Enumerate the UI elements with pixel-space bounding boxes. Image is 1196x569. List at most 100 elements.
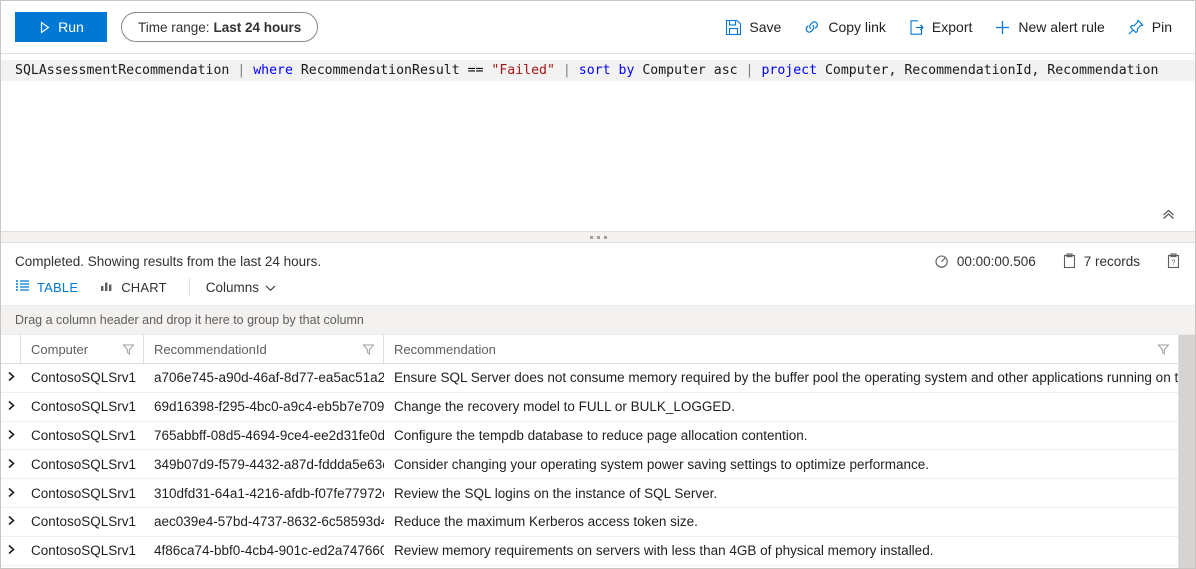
filter-funnel-icon[interactable] xyxy=(1157,343,1170,356)
tab-chart[interactable]: CHART xyxy=(100,277,167,297)
cell-recommendation-id: 310dfd31-64a1-4216-afdb-f07fe77972ca xyxy=(154,485,384,501)
query-token: == xyxy=(467,63,484,78)
column-header-computer[interactable]: Computer xyxy=(21,335,144,363)
results-grid-wrapper: Computer RecommendationId Recommendation… xyxy=(1,335,1195,568)
cell-recommendation-id: 69d16398-f295-4bc0-a9c4-eb5b7e7096... xyxy=(154,399,384,415)
table-icon xyxy=(15,279,30,295)
plus-icon xyxy=(994,19,1011,36)
tab-chart-label: CHART xyxy=(121,279,167,295)
row-expander[interactable] xyxy=(1,508,21,536)
tabs-divider xyxy=(188,278,190,296)
columns-dropdown-label: Columns xyxy=(205,279,260,295)
link-icon xyxy=(803,19,821,35)
toolbar: Run Time range: Last 24 hours Save Copy … xyxy=(1,1,1195,53)
cell-recommendation-id: 4f86ca74-bbf0-4cb4-901c-ed2a7476602b xyxy=(154,543,384,559)
query-token: RecommendationResult xyxy=(292,63,468,78)
columns-dropdown[interactable]: Columns xyxy=(206,280,276,295)
query-text[interactable]: SQLAssessmentRecommendation | where Reco… xyxy=(1,60,1195,81)
filter-funnel-icon[interactable] xyxy=(122,343,135,356)
table-row[interactable]: ContosoSQLSrv1 a706e745-a90d-46af-8d77-ea… xyxy=(1,364,1178,393)
row-expander[interactable] xyxy=(1,479,21,507)
group-by-dropzone[interactable]: Drag a column header and drop it here to… xyxy=(1,305,1195,335)
query-token: | xyxy=(229,63,254,78)
row-expander[interactable] xyxy=(1,393,21,421)
time-range-value: Last 24 hours xyxy=(213,19,302,35)
results-view-tabs: TABLE CHART Columns xyxy=(1,275,1195,305)
tab-table[interactable]: TABLE xyxy=(15,277,78,297)
table-row[interactable]: ContosoSQLSrv1 69d16398-f295-4bc0-a9c4-eb… xyxy=(1,392,1178,422)
query-token xyxy=(611,63,619,78)
cell-recommendation-id: 765abbff-08d5-4694-9ce4-ee2d31fe0dca xyxy=(154,427,384,443)
results-help-button[interactable]: ? xyxy=(1166,253,1181,269)
time-range-picker[interactable]: Time range: Last 24 hours xyxy=(121,12,319,42)
cell-recommendation: Change the recovery model to FULL or BUL… xyxy=(394,399,735,415)
chevron-right-icon xyxy=(7,399,16,414)
cell-recommendation: Configure the tempdb database to reduce … xyxy=(394,427,808,443)
row-expander[interactable] xyxy=(1,537,21,565)
query-duration: 00:00:00.506 xyxy=(934,253,1036,269)
chevron-right-icon xyxy=(7,514,16,529)
cell-computer: ContosoSQLSrv1 xyxy=(31,456,137,472)
cell-computer: ContosoSQLSrv1 xyxy=(31,399,137,415)
results-grid: Computer RecommendationId Recommendation… xyxy=(1,335,1178,568)
chevron-right-icon xyxy=(7,457,16,472)
cell-recommendation: Reduce the maximum Kerberos access token… xyxy=(394,514,698,530)
query-token: SQLAssessmentRecommendation xyxy=(15,63,230,78)
query-token: sort xyxy=(578,63,611,78)
save-icon xyxy=(725,19,742,36)
results-vertical-scrollbar[interactable] xyxy=(1178,335,1195,568)
table-row[interactable]: ContosoSQLSrv1 765abbff-08d5-4694-9ce4-ee… xyxy=(1,421,1178,451)
column-header-recommendation[interactable]: Recommendation xyxy=(384,335,1178,363)
cell-recommendation: Consider changing your operating system … xyxy=(394,456,930,472)
copy-link-button[interactable]: Copy link xyxy=(792,11,897,43)
run-button[interactable]: Run xyxy=(15,12,107,42)
table-row[interactable]: ContosoSQLSrv1 4f86ca74-bbf0-4cb4-901c-ed… xyxy=(1,536,1178,566)
query-editor[interactable]: SQLAssessmentRecommendation | where Reco… xyxy=(1,53,1195,231)
new-alert-rule-label: New alert rule xyxy=(1018,19,1105,35)
table-row[interactable]: ContosoSQLSrv1 aec039e4-57bd-4737-8632-6c… xyxy=(1,507,1178,537)
chevron-right-icon xyxy=(7,486,16,501)
export-button[interactable]: Export xyxy=(897,11,983,43)
double-chevron-up-icon[interactable] xyxy=(1160,206,1177,223)
results-status-row: Completed. Showing results from the last… xyxy=(1,243,1195,275)
cell-recommendation: Review the SQL logins on the instance of… xyxy=(394,485,718,501)
export-label: Export xyxy=(931,19,973,35)
log-analytics-query-page: Run Time range: Last 24 hours Save Copy … xyxy=(0,0,1196,569)
save-button[interactable]: Save xyxy=(714,11,792,43)
run-button-label: Run xyxy=(58,19,84,35)
cell-computer: ContosoSQLSrv1 xyxy=(31,514,137,530)
clipboard-icon xyxy=(1062,253,1077,269)
editor-results-splitter[interactable] xyxy=(1,231,1195,243)
filter-funnel-icon[interactable] xyxy=(362,343,375,356)
cell-computer: ContosoSQLSrv1 xyxy=(31,427,137,443)
table-row[interactable]: ContosoSQLSrv1 349b07d9-f579-4432-a87d-fd… xyxy=(1,450,1178,480)
pin-button[interactable]: Pin xyxy=(1116,11,1183,43)
grid-header-row: Computer RecommendationId Recommendation xyxy=(1,335,1178,364)
column-header-recommendation-label: Recommendation xyxy=(394,341,496,357)
cell-recommendation: Ensure SQL Server does not consume memor… xyxy=(394,370,1178,386)
query-token: | xyxy=(554,63,579,78)
chevron-right-icon xyxy=(7,370,16,385)
copy-link-label: Copy link xyxy=(828,19,886,35)
chevron-right-icon xyxy=(7,428,16,443)
cell-recommendation-id: aec039e4-57bd-4737-8632-6c58593d4... xyxy=(154,514,384,530)
table-row[interactable]: ContosoSQLSrv1 310dfd31-64a1-4216-afdb-f0… xyxy=(1,479,1178,508)
row-expander[interactable] xyxy=(1,364,21,392)
query-token: "Failed" xyxy=(491,63,555,78)
query-token: Computer asc xyxy=(634,63,738,78)
pin-label: Pin xyxy=(1151,19,1172,35)
query-token: by xyxy=(618,63,635,78)
column-header-recommendationid[interactable]: RecommendationId xyxy=(144,335,384,363)
query-token: project xyxy=(761,63,818,78)
cell-computer: ContosoSQLSrv1 xyxy=(31,543,137,559)
record-count: 7 records xyxy=(1062,253,1140,269)
new-alert-rule-button[interactable]: New alert rule xyxy=(983,11,1115,43)
row-expander[interactable] xyxy=(1,422,21,450)
column-header-computer-label: Computer xyxy=(31,341,89,357)
timer-icon xyxy=(934,253,950,269)
expander-header xyxy=(1,335,21,363)
toolbar-actions: Save Copy link Export New alert rule Pin xyxy=(714,11,1183,43)
record-count-value: 7 records xyxy=(1083,253,1140,269)
pin-icon xyxy=(1127,18,1145,36)
row-expander[interactable] xyxy=(1,450,21,478)
